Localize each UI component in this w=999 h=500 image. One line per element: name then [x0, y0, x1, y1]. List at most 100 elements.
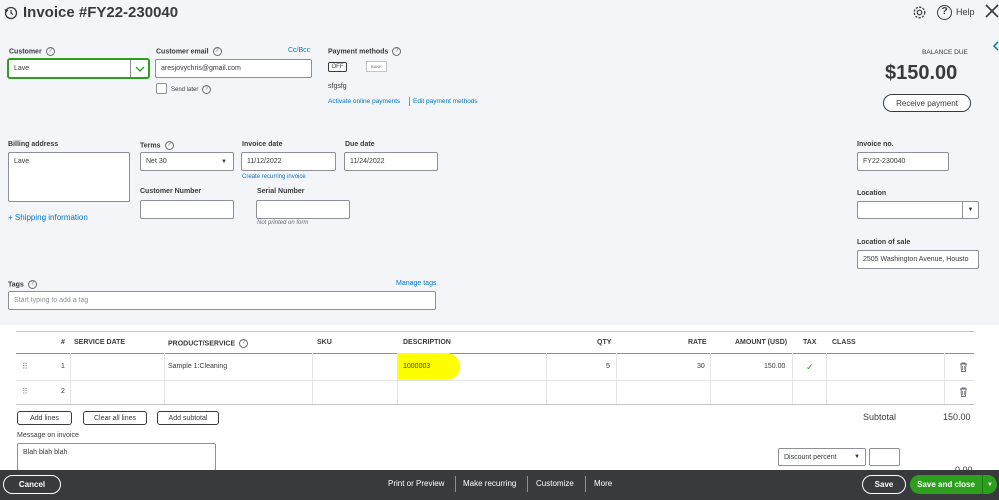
table-header-divider — [16, 353, 974, 354]
discount-type-value: Discount percent — [784, 453, 837, 461]
manage-tags-link[interactable]: Manage tags — [396, 280, 436, 287]
serial-number-note: Not printed on form — [257, 220, 309, 226]
col-header-amount: AMOUNT (USD) — [735, 339, 788, 346]
billing-address-label: Billing address — [8, 141, 59, 148]
invoice-no-field[interactable]: FY22-230040 — [857, 152, 949, 171]
recent-transactions-icon[interactable] — [4, 6, 18, 20]
info-icon[interactable]: ? — [212, 47, 222, 56]
column-divider — [546, 353, 547, 404]
tax-check-icon[interactable]: ✓ — [806, 362, 814, 373]
column-divider — [312, 353, 313, 404]
edit-payment-methods-link[interactable]: Edit payment methods — [413, 98, 478, 105]
receive-payment-button[interactable]: Receive payment — [883, 94, 971, 112]
online-payments-toggle[interactable]: OFF — [328, 62, 347, 72]
customer-number-field[interactable] — [140, 200, 234, 219]
tags-label: Tags? — [8, 280, 37, 289]
billing-address-field[interactable]: Lave — [8, 152, 130, 202]
dropdown-arrow-icon[interactable]: ▼ — [221, 159, 227, 165]
bank-badge: BANK — [366, 61, 387, 72]
info-icon[interactable]: ? — [392, 47, 402, 56]
subtotal-label: Subtotal — [863, 412, 897, 422]
cc-bcc-link[interactable]: Cc/Bcc — [288, 47, 310, 54]
location-of-sale-field[interactable]: 2505 Washington Avenue, Housto — [857, 250, 979, 269]
column-divider — [826, 353, 827, 404]
link-divider — [409, 97, 410, 106]
terms-select[interactable]: Net 30 ▼ — [140, 152, 234, 171]
help-icon[interactable]: ? — [937, 5, 952, 20]
close-icon[interactable] — [984, 3, 999, 19]
save-and-close-button[interactable]: Save and close — [910, 475, 982, 494]
message-label: Message on invoice — [17, 432, 79, 439]
chevron-down-icon[interactable] — [130, 60, 148, 77]
row-rate[interactable]: 30 — [697, 363, 705, 370]
save-button[interactable]: Save — [862, 475, 906, 494]
col-header-qty: QTY — [597, 339, 612, 346]
due-date-field[interactable]: 11/24/2022 — [344, 152, 438, 171]
footer-divider — [527, 476, 528, 492]
location-label: Location — [857, 190, 887, 197]
shipping-info-link[interactable]: + Shipping information — [8, 213, 88, 222]
row-description[interactable]: 1000003 — [403, 363, 430, 370]
info-icon[interactable]: ? — [27, 280, 37, 289]
info-icon[interactable]: ? — [202, 85, 212, 94]
customer-select[interactable]: Lave — [8, 59, 149, 78]
customer-number-label: Customer Number — [140, 188, 202, 195]
discount-type-select[interactable]: Discount percent ▼ — [778, 448, 866, 466]
row-product[interactable]: Sample 1:Cleaning — [168, 363, 227, 370]
drag-handle-icon[interactable]: ⠿ — [22, 387, 28, 396]
make-recurring-button[interactable]: Make recurring — [463, 479, 516, 488]
row-amount[interactable]: 150.00 — [764, 363, 785, 370]
dropdown-arrow-icon[interactable]: ▼ — [854, 454, 860, 460]
drag-handle-icon[interactable]: ⠿ — [22, 362, 28, 371]
row-divider — [16, 380, 974, 381]
table-top-divider — [16, 331, 974, 332]
column-divider — [164, 353, 165, 404]
discount-value-field[interactable] — [869, 448, 900, 466]
col-header-service-date: SERVICE DATE — [74, 339, 126, 346]
email-field[interactable]: aresjovychris@gmail.com — [155, 59, 312, 78]
info-icon[interactable]: ? — [164, 141, 174, 150]
payment-note: sfgsfg — [328, 83, 347, 90]
add-subtotal-button[interactable]: Add subtotal — [157, 411, 219, 425]
trash-icon[interactable] — [959, 387, 968, 397]
col-header-sku: SKU — [317, 339, 332, 346]
trash-icon[interactable] — [959, 362, 968, 372]
invoice-no-label: Invoice no. — [857, 141, 894, 148]
print-preview-button[interactable]: Print or Preview — [388, 479, 444, 488]
clear-all-lines-button[interactable]: Clear all lines — [83, 411, 147, 425]
info-icon[interactable]: ? — [239, 339, 249, 348]
col-header-num: # — [61, 339, 65, 346]
email-label: Customer email? — [156, 47, 222, 56]
footer-divider — [455, 476, 456, 492]
payment-methods-label: Payment methods? — [328, 47, 402, 56]
row-num: 2 — [61, 388, 65, 395]
column-divider — [70, 353, 71, 404]
message-field[interactable]: Blah blah blah — [17, 443, 216, 471]
save-options-dropdown-icon[interactable]: ▼ — [983, 475, 997, 494]
tags-input[interactable]: Start typing to add a tag — [8, 291, 436, 310]
add-lines-button[interactable]: Add lines — [17, 411, 72, 425]
table-bottom-divider — [16, 404, 974, 405]
row-qty[interactable]: 5 — [606, 363, 610, 370]
location-select[interactable]: ▼ — [857, 201, 979, 219]
location-of-sale-label: Location of sale — [857, 239, 911, 246]
help-label[interactable]: Help — [956, 7, 975, 17]
tags-placeholder: Start typing to add a tag — [14, 297, 89, 304]
info-icon[interactable]: ? — [45, 47, 55, 56]
dropdown-arrow-icon[interactable]: ▼ — [962, 202, 978, 218]
cancel-button[interactable]: Cancel — [3, 475, 61, 494]
gear-icon[interactable] — [912, 5, 927, 20]
create-recurring-link[interactable]: Create recurring invoice — [242, 174, 306, 180]
page-title: Invoice #FY22-230040 — [23, 4, 179, 21]
invoice-date-field[interactable]: 11/12/2022 — [241, 152, 336, 171]
terms-value: Net 30 — [146, 158, 167, 165]
activate-payments-link[interactable]: Activate online payments — [328, 98, 400, 105]
customize-button[interactable]: Customize — [536, 479, 574, 488]
send-later-checkbox[interactable] — [156, 83, 167, 94]
more-button[interactable]: More — [594, 479, 612, 488]
column-divider — [792, 353, 793, 404]
col-header-tax: TAX — [803, 339, 817, 346]
serial-number-field[interactable] — [256, 200, 350, 219]
col-header-class: CLASS — [832, 339, 856, 346]
side-panel-toggle-icon[interactable] — [992, 40, 999, 52]
